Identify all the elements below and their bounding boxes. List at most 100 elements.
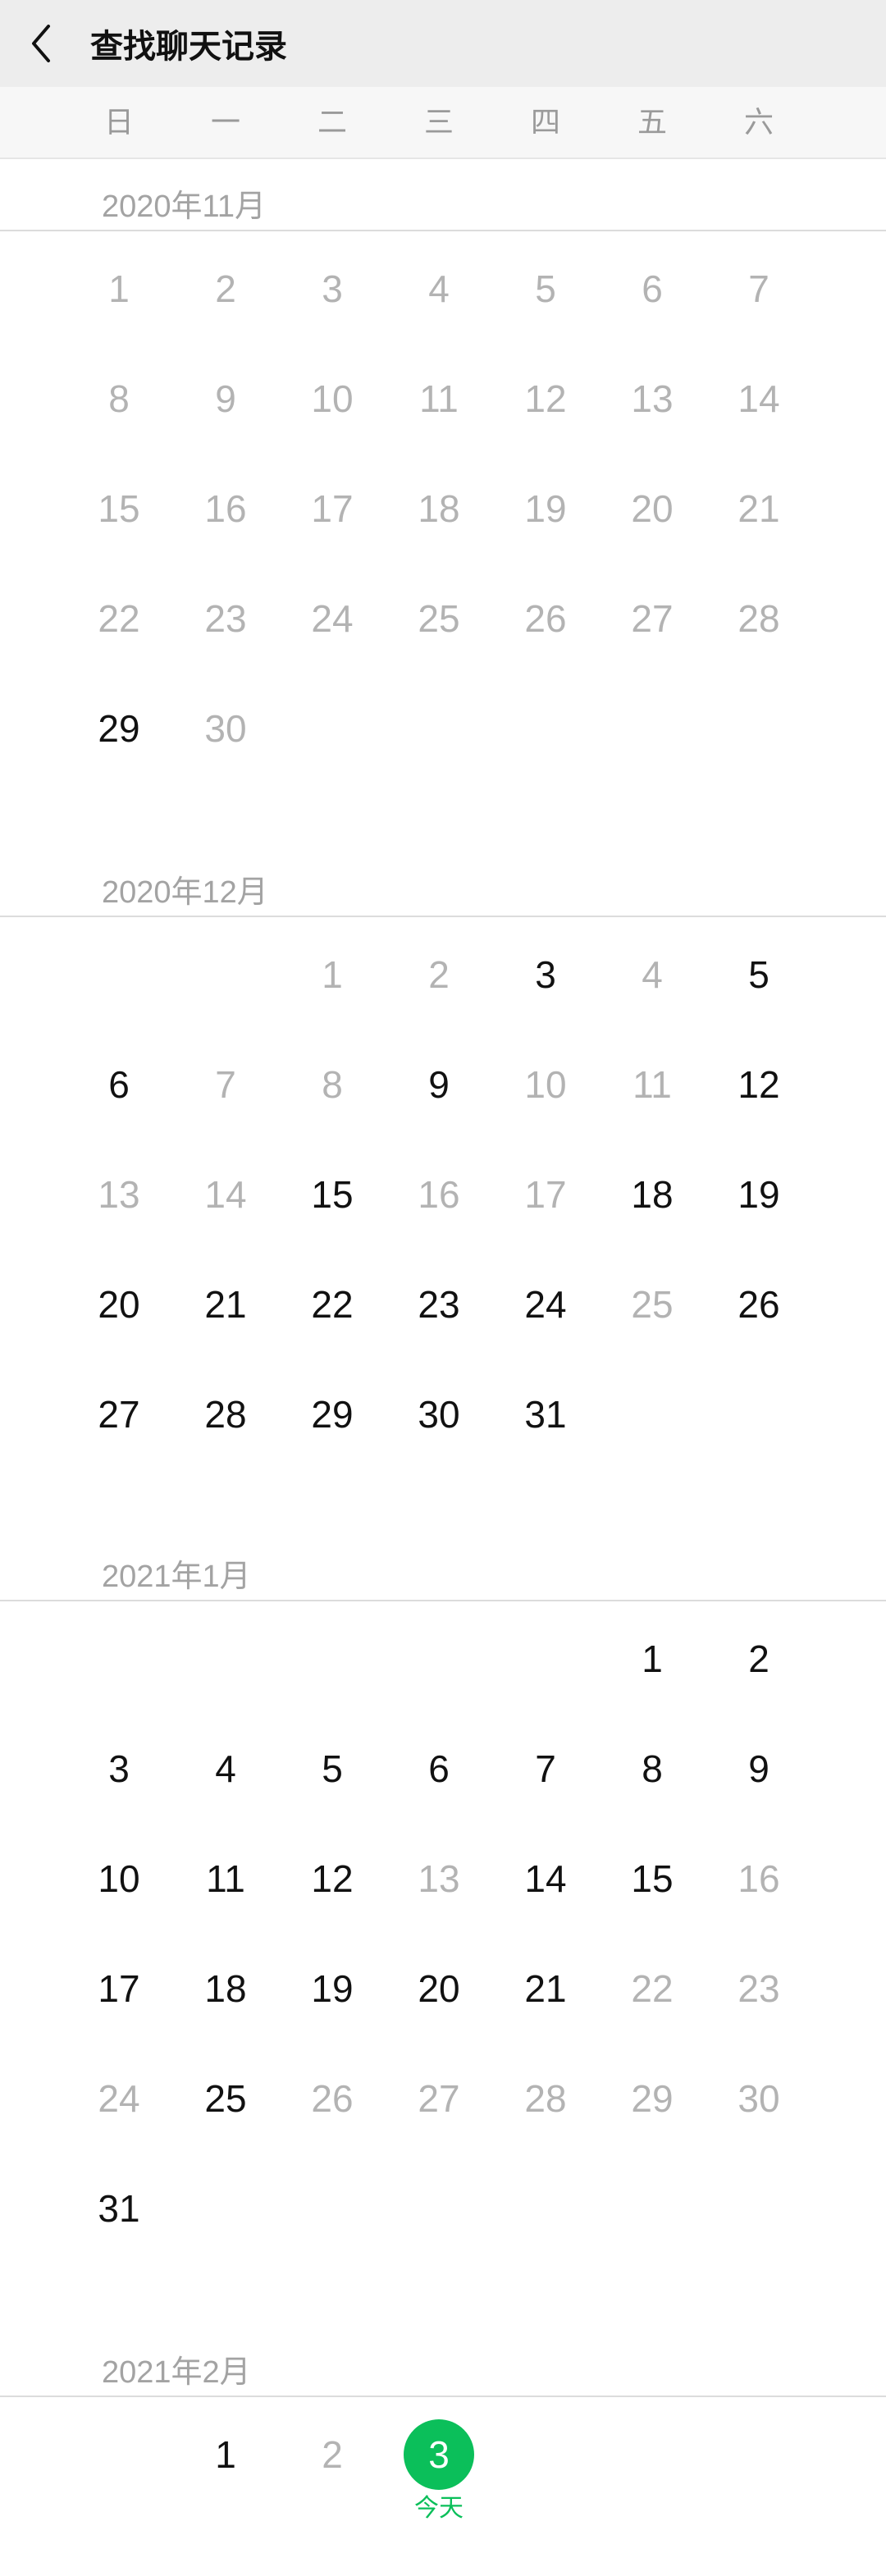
day-cell[interactable]: 5 <box>279 1728 386 1810</box>
day-cell[interactable]: 29 <box>279 1373 386 1455</box>
day-cell[interactable]: 9 <box>706 1728 812 1810</box>
day-cell[interactable]: 29 <box>599 2058 706 2140</box>
day-cell[interactable]: 7 <box>492 1728 599 1810</box>
day-cell[interactable]: 3 <box>279 248 386 330</box>
day-cell[interactable]: 1 <box>599 1618 706 1700</box>
day-cell[interactable]: 30 <box>386 1373 492 1455</box>
day-cell[interactable]: 17 <box>279 468 386 550</box>
day-cell[interactable]: 2 <box>706 1618 812 1700</box>
day-cell[interactable]: 19 <box>279 1948 386 2030</box>
day-cell[interactable]: 18 <box>599 1153 706 1235</box>
day-cell[interactable]: 25 <box>599 1263 706 1345</box>
day-cell[interactable]: 26 <box>706 1263 812 1345</box>
day-cell[interactable]: 23 <box>386 1263 492 1345</box>
day-cell[interactable]: 10 <box>492 1044 599 1126</box>
day-cell[interactable]: 21 <box>492 1948 599 2030</box>
day-cell[interactable]: 30 <box>172 687 279 770</box>
day-cell[interactable]: 16 <box>386 1153 492 1235</box>
day-cell[interactable]: 9 <box>386 1044 492 1126</box>
day-cell[interactable]: 28 <box>172 1373 279 1455</box>
day-cell[interactable]: 21 <box>706 468 812 550</box>
day-cell[interactable]: 20 <box>599 468 706 550</box>
weekday-tue: 二 <box>317 105 347 139</box>
day-cell[interactable]: 20 <box>66 1263 172 1345</box>
day-cell[interactable]: 14 <box>172 1153 279 1235</box>
day-cell[interactable]: 23 <box>172 578 279 660</box>
day-cell[interactable]: 13 <box>66 1153 172 1235</box>
day-cell[interactable]: 16 <box>172 468 279 550</box>
day-cell[interactable]: 25 <box>172 2058 279 2140</box>
day-cell[interactable]: 3 <box>492 934 599 1016</box>
month-label: 2021年2月 <box>102 2355 251 2390</box>
month-label: 2021年1月 <box>102 1560 251 1594</box>
day-cell[interactable]: 11 <box>599 1044 706 1126</box>
day-cell[interactable]: 12 <box>706 1044 812 1126</box>
day-cell[interactable]: 7 <box>172 1044 279 1126</box>
day-cell[interactable]: 4 <box>172 1728 279 1810</box>
day-cell[interactable]: 4 <box>386 248 492 330</box>
day-cell[interactable]: 1 <box>66 248 172 330</box>
day-cell[interactable]: 8 <box>279 1044 386 1126</box>
day-cell[interactable]: 14 <box>492 1838 599 1920</box>
chevron-left-icon <box>32 25 50 62</box>
day-cell[interactable]: 4 <box>599 934 706 1016</box>
day-cell[interactable]: 17 <box>66 1948 172 2030</box>
day-cell[interactable]: 19 <box>492 468 599 550</box>
day-cell[interactable]: 27 <box>66 1373 172 1455</box>
day-cell[interactable]: 27 <box>386 2058 492 2140</box>
day-cell[interactable]: 6 <box>386 1728 492 1810</box>
day-cell[interactable]: 18 <box>386 468 492 550</box>
day-cell[interactable]: 21 <box>172 1263 279 1345</box>
day-cell[interactable]: 28 <box>492 2058 599 2140</box>
day-cell[interactable]: 25 <box>386 578 492 660</box>
day-cell[interactable]: 13 <box>599 358 706 440</box>
day-cell[interactable]: 22 <box>279 1263 386 1345</box>
day-cell[interactable]: 3 <box>66 1728 172 1810</box>
day-cell[interactable]: 2 <box>279 2414 386 2496</box>
day-cell[interactable]: 5 <box>706 934 812 1016</box>
day-cell[interactable]: 7 <box>706 248 812 330</box>
day-cell[interactable]: 5 <box>492 248 599 330</box>
day-cell[interactable]: 24 <box>66 2058 172 2140</box>
day-cell[interactable]: 8 <box>66 358 172 440</box>
day-cell[interactable]: 16 <box>706 1838 812 1920</box>
day-cell[interactable]: 26 <box>492 578 599 660</box>
day-cell[interactable]: 15 <box>66 468 172 550</box>
day-cell[interactable]: 17 <box>492 1153 599 1235</box>
day-cell[interactable]: 31 <box>66 2167 172 2249</box>
day-cell[interactable]: 14 <box>706 358 812 440</box>
day-cell[interactable]: 12 <box>279 1838 386 1920</box>
day-cell[interactable]: 29 <box>66 687 172 770</box>
day-cell[interactable]: 22 <box>599 1948 706 2030</box>
day-cell[interactable]: 8 <box>599 1728 706 1810</box>
day-cell[interactable]: 24 <box>279 578 386 660</box>
day-cell[interactable]: 10 <box>279 358 386 440</box>
day-cell[interactable]: 26 <box>279 2058 386 2140</box>
day-cell[interactable]: 31 <box>492 1373 599 1455</box>
day-cell[interactable]: 18 <box>172 1948 279 2030</box>
day-cell[interactable]: 19 <box>706 1153 812 1235</box>
day-cell[interactable]: 12 <box>492 358 599 440</box>
day-cell[interactable]: 9 <box>172 358 279 440</box>
day-cell[interactable]: 6 <box>599 248 706 330</box>
day-cell[interactable]: 11 <box>172 1838 279 1920</box>
day-cell[interactable]: 2 <box>172 248 279 330</box>
day-cell[interactable]: 23 <box>706 1948 812 2030</box>
day-cell[interactable]: 20 <box>386 1948 492 2030</box>
day-cell[interactable]: 2 <box>386 934 492 1016</box>
day-cell-today[interactable]: 3 <box>386 2414 492 2496</box>
day-cell[interactable]: 27 <box>599 578 706 660</box>
day-cell[interactable]: 6 <box>66 1044 172 1126</box>
day-cell[interactable]: 15 <box>599 1838 706 1920</box>
day-cell[interactable]: 1 <box>172 2414 279 2496</box>
day-cell[interactable]: 11 <box>386 358 492 440</box>
day-cell[interactable]: 30 <box>706 2058 812 2140</box>
day-cell[interactable]: 28 <box>706 578 812 660</box>
day-cell[interactable]: 22 <box>66 578 172 660</box>
day-cell[interactable]: 1 <box>279 934 386 1016</box>
back-button[interactable] <box>25 21 57 66</box>
day-cell[interactable]: 13 <box>386 1838 492 1920</box>
day-cell[interactable]: 24 <box>492 1263 599 1345</box>
day-cell[interactable]: 15 <box>279 1153 386 1235</box>
day-cell[interactable]: 10 <box>66 1838 172 1920</box>
